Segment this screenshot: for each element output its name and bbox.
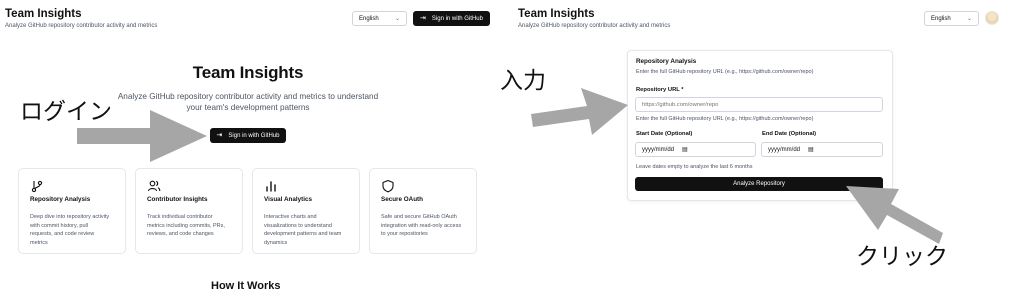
- arrow-click: [846, 186, 943, 244]
- annotation-click-label: クリック: [856, 244, 948, 270]
- arrow-input: [531, 88, 628, 135]
- annotation-input-label: 入力: [500, 68, 546, 94]
- annotation-login-label: ログイン: [20, 99, 112, 125]
